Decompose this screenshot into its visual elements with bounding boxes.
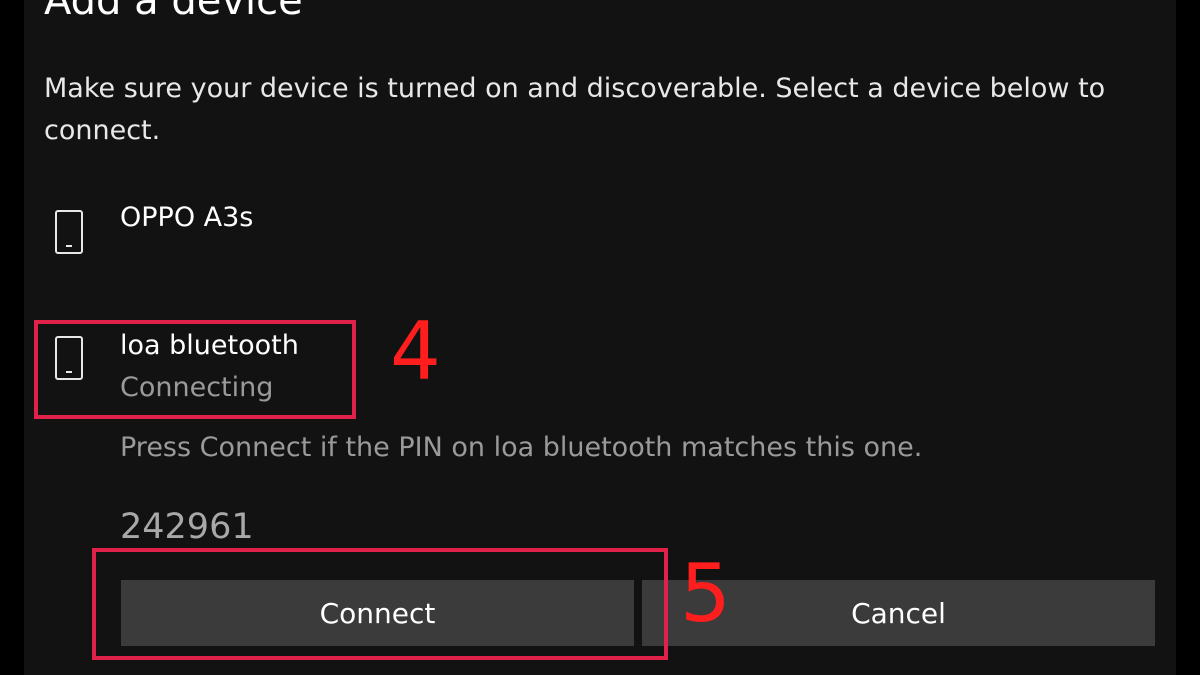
dialog-instructions: Make sure your device is turned on and d… (44, 73, 1106, 146)
pin-prompt: Press Connect if the PIN on loa bluetoot… (120, 432, 923, 463)
connect-highlight-box (92, 548, 668, 660)
phone-icon (55, 210, 83, 254)
step-number-4: 4 (390, 305, 441, 398)
dialog-title: Add a device (44, 0, 303, 24)
pin-code: 242961 (120, 507, 254, 547)
device-name: OPPO A3s (120, 202, 254, 233)
step-number-5: 5 (680, 547, 731, 640)
device-highlight-box (34, 320, 356, 419)
